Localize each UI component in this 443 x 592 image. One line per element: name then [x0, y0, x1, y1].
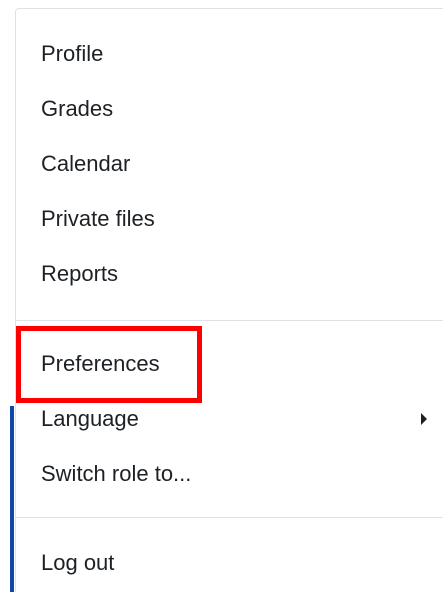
menu-item-grades[interactable]: Grades [16, 82, 443, 136]
menu-item-switch-role[interactable]: Switch role to... [16, 447, 443, 501]
menu-item-log-out[interactable]: Log out [16, 536, 443, 590]
menu-divider [16, 320, 443, 321]
caret-right-icon [421, 413, 427, 425]
user-dropdown-menu: Profile Grades Calendar Private files Re… [15, 8, 443, 592]
menu-item-label: Preferences [41, 351, 160, 376]
menu-item-label: Reports [41, 261, 119, 286]
menu-item-label: Profile [41, 41, 104, 66]
menu-item-language[interactable]: Language [16, 392, 443, 446]
left-accent-bar [10, 406, 14, 592]
menu-item-label: Language [41, 406, 139, 431]
menu-item-label: Log out [41, 550, 115, 575]
menu-item-label: Switch role to... [41, 461, 192, 486]
menu-item-label: Private files [41, 206, 155, 231]
menu-item-label: Grades [41, 96, 114, 121]
menu-item-calendar[interactable]: Calendar [16, 137, 443, 191]
menu-item-preferences[interactable]: Preferences [16, 337, 443, 391]
menu-item-private-files[interactable]: Private files [16, 192, 443, 246]
menu-item-label: Calendar [41, 151, 131, 176]
menu-item-profile[interactable]: Profile [16, 27, 443, 81]
menu-divider [16, 517, 443, 518]
menu-item-reports[interactable]: Reports [16, 247, 443, 301]
